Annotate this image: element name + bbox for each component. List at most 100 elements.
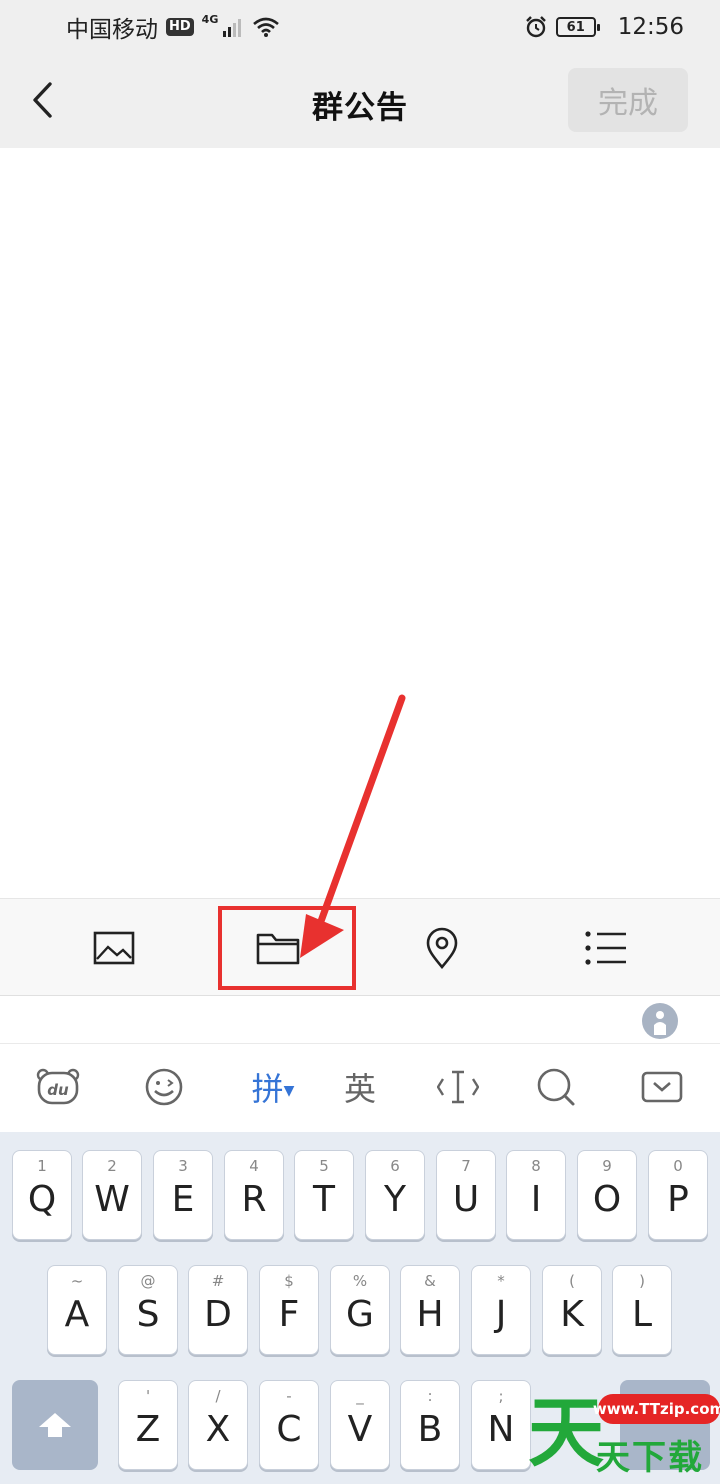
key-letter: Y (384, 1179, 406, 1220)
ime-avatar-icon[interactable] (640, 1001, 680, 1041)
key-letter: O (592, 1179, 622, 1220)
key-symbol: % (352, 1272, 368, 1290)
key-letter: E (171, 1179, 195, 1220)
insert-image-button[interactable] (89, 923, 139, 973)
key-symbol: ' (145, 1387, 151, 1405)
key-letter: J (495, 1294, 507, 1335)
key-g[interactable]: % G (330, 1265, 390, 1355)
key-letter: Q (27, 1179, 57, 1220)
key-r[interactable]: 4R (224, 1150, 284, 1240)
image-icon (93, 931, 135, 965)
key-symbol: 8 (531, 1157, 541, 1175)
cursor-button[interactable] (428, 1062, 488, 1112)
key-j[interactable]: * J (471, 1265, 531, 1355)
watermark-url: www.TTzip.com (593, 1394, 720, 1424)
key-letter: X (205, 1409, 231, 1450)
battery-level: 61 (566, 19, 585, 35)
key-symbol: _ (356, 1387, 364, 1405)
carrier-name: 中国移动 (66, 17, 158, 43)
insert-file-button[interactable] (253, 923, 303, 973)
status-bar: 中国移动 HD 4G 61 12:56 (0, 0, 720, 54)
key-letter: N (487, 1409, 515, 1450)
pinyin-label: 拼▼ (251, 1070, 295, 1108)
key-z[interactable]: ' Z (118, 1380, 178, 1470)
done-button[interactable]: 完成 (568, 68, 688, 132)
key-symbol: 4 (249, 1157, 259, 1175)
announcement-editor[interactable] (0, 148, 720, 898)
status-right: 61 12:56 (524, 14, 684, 40)
keyboard-hide-icon (641, 1071, 683, 1103)
shift-arrow-icon (39, 1413, 71, 1437)
key-x[interactable]: / X (188, 1380, 248, 1470)
key-symbol: ; (498, 1387, 504, 1405)
key-o[interactable]: 9O (577, 1150, 637, 1240)
key-h[interactable]: & H (400, 1265, 460, 1355)
battery-icon: 61 (555, 17, 600, 37)
key-symbol: 3 (178, 1157, 188, 1175)
hd-badge: HD (166, 18, 194, 36)
watermark-text: 天下载 (596, 1438, 704, 1478)
key-letter: A (64, 1294, 90, 1335)
key-symbol: 2 (107, 1157, 117, 1175)
key-letter: L (631, 1294, 653, 1335)
key-symbol: - (286, 1387, 292, 1405)
candidate-strip (0, 996, 720, 1044)
insert-list-button[interactable] (581, 923, 631, 973)
key-a[interactable]: ~ A (47, 1265, 107, 1355)
network-type: 4G (201, 12, 219, 26)
list-icon (585, 931, 626, 965)
hide-keyboard-button[interactable] (632, 1062, 692, 1112)
key-letter: I (530, 1179, 542, 1220)
key-symbol: & (424, 1272, 436, 1290)
keyboard-toolbar: du 拼▼ 英 (0, 1044, 720, 1132)
key-letter: H (416, 1294, 444, 1335)
key-symbol: 0 (673, 1157, 683, 1175)
key-letter: W (94, 1179, 130, 1220)
key-y[interactable]: 6Y (365, 1150, 425, 1240)
key-b[interactable]: :B (400, 1380, 460, 1470)
key-i[interactable]: 8I (506, 1150, 566, 1240)
key-q[interactable]: 1Q (12, 1150, 72, 1240)
key-k[interactable]: (K (542, 1265, 602, 1355)
key-symbol: ~ (70, 1272, 84, 1290)
key-letter: Z (135, 1409, 161, 1450)
key-letter: F (278, 1294, 300, 1335)
bear-logo-icon: du (36, 1068, 80, 1105)
emoji-button[interactable] (134, 1062, 194, 1112)
shift-key[interactable] (12, 1380, 98, 1470)
key-c[interactable]: -C (259, 1380, 319, 1470)
key-letter: U (452, 1179, 480, 1220)
key-symbol: 6 (390, 1157, 400, 1175)
key-symbol: 5 (319, 1157, 329, 1175)
signal-icon (223, 19, 242, 37)
search-icon (537, 1068, 575, 1106)
key-letter: S (136, 1294, 160, 1335)
pinyin-mode-button[interactable]: 拼▼ (238, 1062, 308, 1112)
key-d[interactable]: # D (188, 1265, 248, 1355)
key-l[interactable]: ) L (612, 1265, 672, 1355)
key-symbol: 7 (461, 1157, 471, 1175)
insert-location-button[interactable] (417, 923, 467, 973)
attachment-toolbar (0, 898, 720, 996)
key-p[interactable]: 0P (648, 1150, 708, 1240)
key-s[interactable]: @ S (118, 1265, 178, 1355)
key-n[interactable]: ; N (471, 1380, 531, 1470)
key-symbol: # (211, 1272, 225, 1290)
key-symbol: @ (140, 1272, 156, 1290)
du-label: du (47, 1081, 69, 1099)
search-button[interactable] (526, 1062, 586, 1112)
alarm-icon (525, 16, 546, 38)
key-e[interactable]: 3E (153, 1150, 213, 1240)
key-letter: C (276, 1409, 302, 1450)
status-left: 中国移动 HD 4G (66, 10, 280, 44)
key-t[interactable]: 5T (294, 1150, 354, 1240)
english-label: 英 (343, 1070, 376, 1108)
key-w[interactable]: 2W (82, 1150, 142, 1240)
du-logo-button[interactable]: du (28, 1062, 88, 1112)
key-letter: G (346, 1294, 374, 1335)
key-f[interactable]: $ F (259, 1265, 319, 1355)
english-mode-button[interactable]: 英 (330, 1062, 390, 1112)
key-symbol: ) (639, 1272, 645, 1290)
key-v[interactable]: _ V (330, 1380, 390, 1470)
key-u[interactable]: 7U (436, 1150, 496, 1240)
